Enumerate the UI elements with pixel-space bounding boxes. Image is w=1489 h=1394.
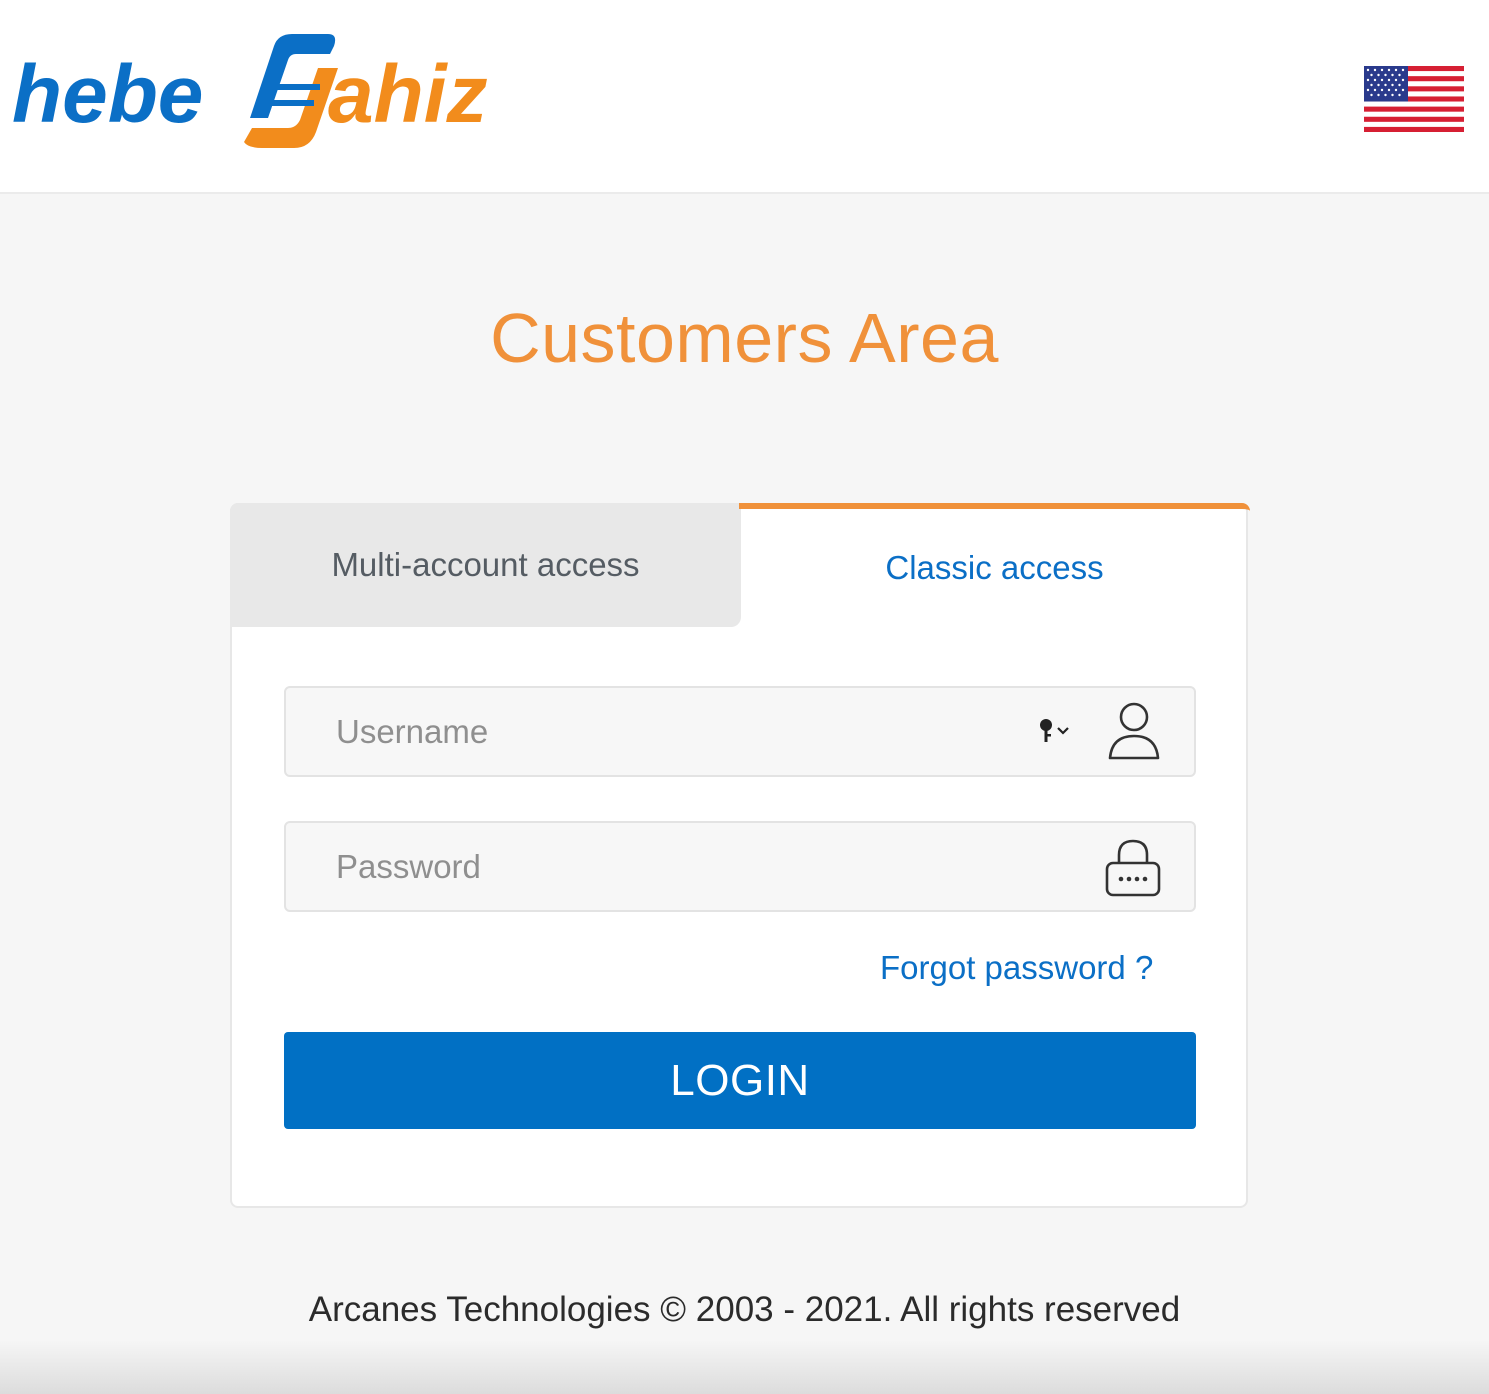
user-icon: [1108, 702, 1160, 760]
header: hebe ahiz: [0, 0, 1489, 194]
lock-icon: [1105, 839, 1161, 897]
username-field-container: [284, 686, 1196, 777]
login-card: Multi-account access Classic access Forg…: [230, 503, 1250, 1208]
tab-classic-access[interactable]: Classic access: [739, 503, 1250, 627]
tab-multi-account-access[interactable]: Multi-account access: [230, 503, 741, 627]
us-flag-icon[interactable]: [1364, 66, 1464, 132]
logo-text-ahiz: ahiz: [328, 49, 487, 140]
footer-copyright: Arcanes Technologies © 2003 - 2021. All …: [308, 1290, 1181, 1329]
logo-text-hebe: hebe: [12, 49, 203, 140]
password-field-container: [284, 821, 1196, 912]
password-input[interactable]: [286, 823, 1194, 910]
hebeljahiz-logo[interactable]: hebe ahiz: [12, 28, 512, 150]
page-title: Customers Area: [490, 299, 999, 377]
forgot-password-link[interactable]: Forgot password ?: [880, 949, 1153, 987]
key-icon[interactable]: [1036, 716, 1076, 746]
bottom-edge: [0, 1340, 1489, 1394]
login-button[interactable]: LOGIN: [284, 1032, 1196, 1129]
